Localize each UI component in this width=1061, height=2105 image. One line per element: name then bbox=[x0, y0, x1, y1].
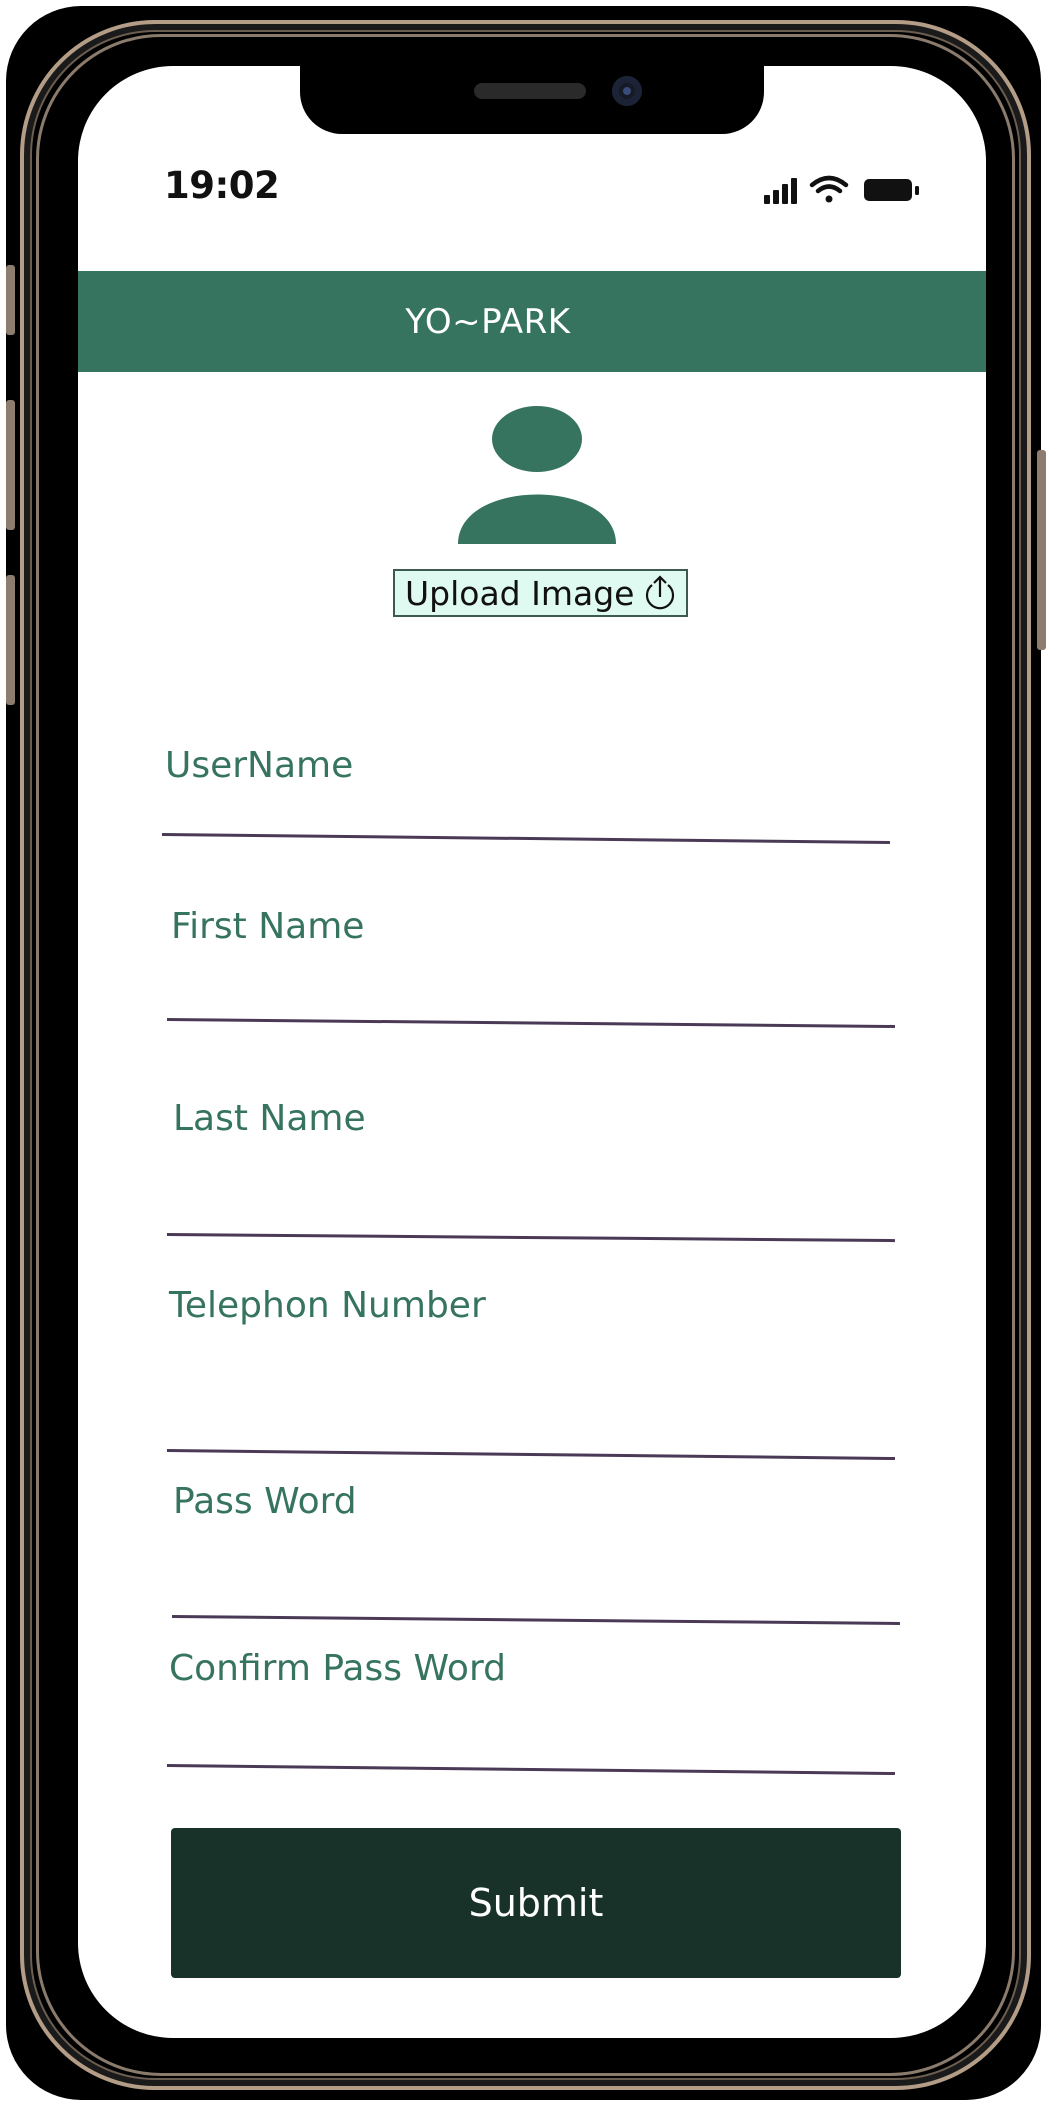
speaker-grille bbox=[474, 83, 586, 99]
submit-button[interactable]: Submit bbox=[171, 1828, 901, 1978]
username-label: UserName bbox=[165, 745, 354, 786]
volume-up-button bbox=[6, 400, 15, 530]
front-camera bbox=[612, 76, 642, 106]
telephone-input[interactable] bbox=[166, 1449, 895, 1461]
power-button bbox=[1037, 450, 1046, 650]
user-icon[interactable] bbox=[456, 406, 618, 544]
last-name-label: Last Name bbox=[173, 1098, 366, 1139]
battery-icon bbox=[864, 179, 919, 201]
password-label: Pass Word bbox=[173, 1481, 357, 1522]
status-icons bbox=[764, 175, 919, 204]
username-input[interactable] bbox=[161, 833, 890, 845]
first-name-input[interactable] bbox=[166, 1018, 895, 1028]
app-title: YO~PARK bbox=[405, 301, 571, 342]
mute-switch bbox=[6, 265, 15, 335]
first-name-label: First Name bbox=[171, 906, 365, 947]
signal-icon bbox=[764, 178, 797, 204]
volume-down-button bbox=[6, 575, 15, 705]
confirm-password-input[interactable] bbox=[166, 1764, 895, 1776]
phone-screen: 19:02 YO~PARK Upload Image UserName Firs… bbox=[78, 66, 986, 2038]
upload-image-label: Upload Image bbox=[405, 573, 635, 613]
password-input[interactable] bbox=[171, 1615, 900, 1625]
status-time: 19:02 bbox=[164, 164, 280, 207]
upload-image-button[interactable]: Upload Image bbox=[393, 569, 688, 617]
upload-icon bbox=[646, 575, 675, 610]
wifi-icon bbox=[809, 175, 849, 203]
app-header: YO~PARK bbox=[78, 271, 986, 372]
submit-label: Submit bbox=[468, 1881, 604, 1925]
confirm-password-label: Confirm Pass Word bbox=[169, 1648, 506, 1689]
last-name-input[interactable] bbox=[166, 1233, 895, 1243]
telephone-label: Telephon Number bbox=[169, 1285, 486, 1326]
notch bbox=[300, 66, 764, 134]
